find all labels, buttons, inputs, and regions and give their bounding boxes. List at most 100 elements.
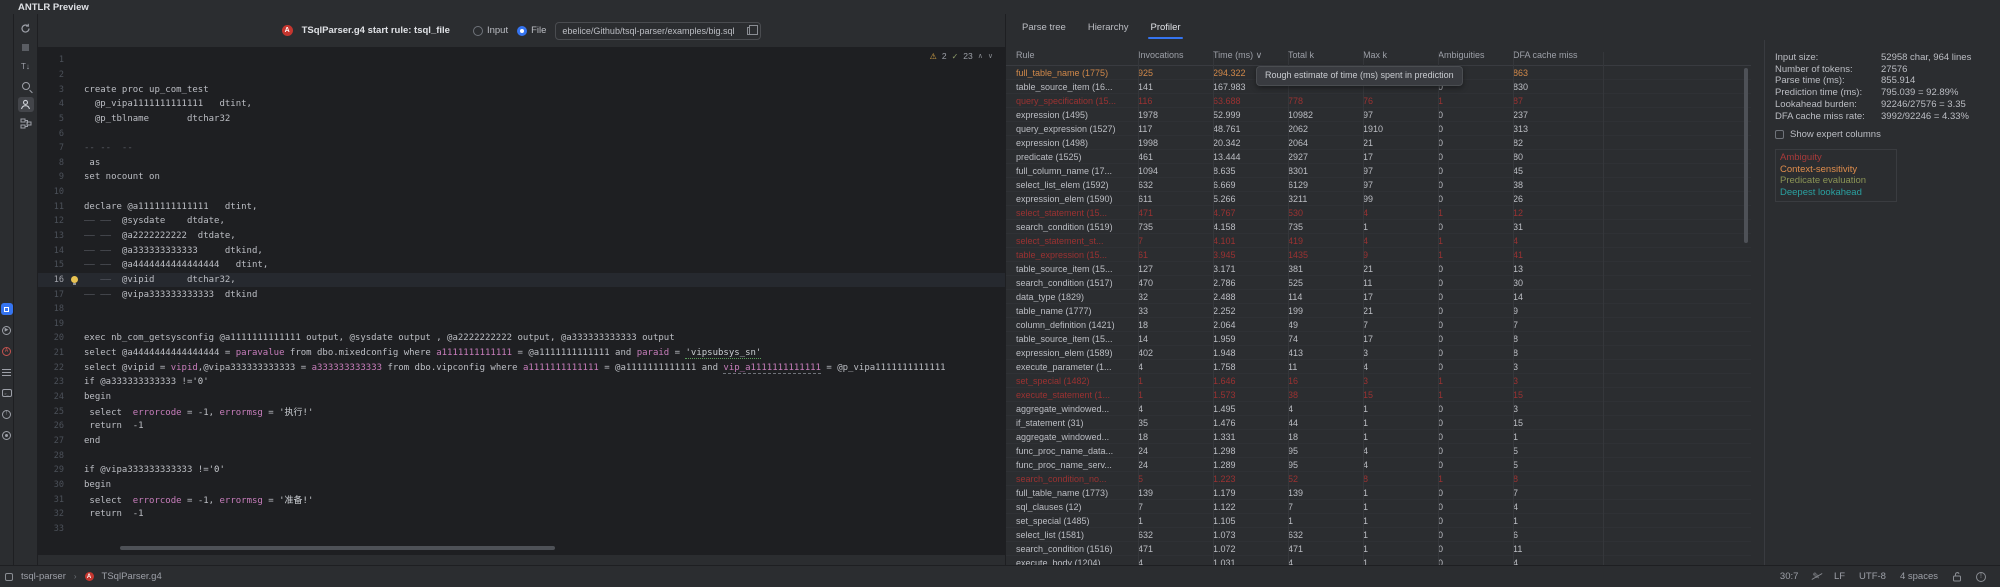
hierarchy-button[interactable] — [18, 116, 34, 131]
line-number[interactable]: 18 — [38, 304, 64, 314]
line-number[interactable]: 8 — [38, 158, 64, 168]
checkbox-icon[interactable] — [1775, 130, 1784, 139]
line-number[interactable]: 16 — [38, 275, 64, 285]
inspections-widget[interactable]: ⚠ 2 ✓ 23 ∧ ∨ — [930, 51, 993, 61]
table-row[interactable]: select_statement_st...74.101419414 — [1006, 234, 1751, 248]
problems-tool-icon[interactable]: ! — [1, 408, 13, 420]
tab-parse-tree[interactable]: Parse tree — [1020, 16, 1068, 39]
code-line[interactable]: 16 —— @vipid dtchar32, — [38, 273, 1005, 288]
code-line[interactable]: 8 as — [38, 155, 1005, 170]
line-number[interactable]: 9 — [38, 172, 64, 182]
caret-position[interactable]: 30:7 — [1780, 571, 1799, 582]
code-line[interactable]: 20exec nb_com_getsysconfig @a11111111111… — [38, 331, 1005, 346]
code-line[interactable]: 11declare @a1111111111111 dtint, — [38, 199, 1005, 214]
run-tool-icon[interactable]: ▶ — [1, 324, 13, 336]
next-problem-icon[interactable]: ∨ — [988, 52, 993, 60]
line-number[interactable]: 22 — [38, 363, 64, 373]
code-line[interactable]: 32 return -1 — [38, 507, 1005, 522]
table-row[interactable]: select_list (1581)6321.073632106 — [1006, 528, 1751, 542]
table-row[interactable]: execute_parameter (1...41.75811403 — [1006, 360, 1751, 374]
code-line[interactable]: 25 select errorcode = -1, errormsg = '执行… — [38, 404, 1005, 419]
line-number[interactable]: 15 — [38, 260, 64, 270]
line-number[interactable]: 23 — [38, 377, 64, 387]
typo-count[interactable]: 23 — [963, 51, 972, 61]
table-row[interactable]: aggregate_windowed...181.33118101 — [1006, 430, 1751, 444]
table-row[interactable]: full_table_name (1773)1391.179139107 — [1006, 486, 1751, 500]
unlock-icon[interactable] — [1952, 571, 1962, 582]
breadcrumb-file[interactable]: TSqlParser.g4 — [102, 571, 162, 582]
line-ending[interactable]: LF — [1834, 571, 1845, 582]
code-line[interactable]: 31 select errorcode = -1, errormsg = '准备… — [38, 492, 1005, 507]
code-line[interactable]: 5 @p_tblname dtchar32 — [38, 112, 1005, 127]
column-header[interactable]: Time (ms) ∨ — [1213, 50, 1288, 61]
table-row[interactable]: search_condition (1516)4711.0724711011 — [1006, 542, 1751, 556]
line-number[interactable]: 21 — [38, 348, 64, 358]
breadcrumb-project[interactable]: tsql-parser — [21, 571, 66, 582]
copy-icon[interactable] — [747, 27, 754, 35]
column-header[interactable]: Invocations — [1138, 50, 1213, 61]
input-file-field[interactable]: ebelice/Github/tsql-parser/examples/big.… — [555, 22, 761, 40]
table-row[interactable]: expression (1498)199820.342206421082 — [1006, 136, 1751, 150]
code-line[interactable]: 4 @p_vipa1111111111111 dtint, — [38, 97, 1005, 112]
table-row[interactable]: execute_statement (1...11.5733815115 — [1006, 388, 1751, 402]
line-number[interactable]: 7 — [38, 143, 64, 153]
table-row[interactable]: table_expression (15...613.94514359141 — [1006, 248, 1751, 262]
readonly-pen-icon[interactable]: ✎ — [1812, 571, 1820, 582]
code-line[interactable]: 1 — [38, 53, 1005, 68]
column-header[interactable]: DFA cache miss — [1513, 50, 1603, 61]
table-row[interactable]: select_statement (15...4714.7675304112 — [1006, 206, 1751, 220]
code-line[interactable]: 22select @vipid = vipid,@vipa33333333333… — [38, 360, 1005, 375]
column-header[interactable]: Max k — [1363, 50, 1438, 61]
code-line[interactable]: 24begin — [38, 390, 1005, 405]
table-row[interactable]: search_condition (1517)4702.78652511030 — [1006, 276, 1751, 290]
search-button[interactable] — [18, 78, 34, 93]
table-row[interactable]: set_special (1482)11.64616313 — [1006, 374, 1751, 388]
line-number[interactable]: 1 — [38, 55, 64, 65]
line-number[interactable]: 32 — [38, 509, 64, 519]
line-number[interactable]: 20 — [38, 333, 64, 343]
table-row[interactable]: expression_elem (1590)6115.266321199026 — [1006, 192, 1751, 206]
line-number[interactable]: 33 — [38, 524, 64, 534]
line-number[interactable]: 6 — [38, 129, 64, 139]
code-line[interactable]: 21select @a4444444444444444 = paravalue … — [38, 346, 1005, 361]
table-row[interactable]: search_condition_no...51.22352818 — [1006, 472, 1751, 486]
input-file-path[interactable]: ebelice/Github/tsql-parser/examples/big.… — [562, 26, 741, 36]
table-row[interactable]: query_expression (1527)11748.76120621910… — [1006, 122, 1751, 136]
table-row[interactable]: table_source_item (15...1273.17138121013 — [1006, 262, 1751, 276]
test-rule-button[interactable]: T↓ — [18, 59, 34, 74]
code-editor[interactable]: 123create proc up_com_test4 @p_vipa11111… — [38, 47, 1005, 555]
line-number[interactable]: 14 — [38, 246, 64, 256]
table-vertical-scrollbar[interactable] — [1744, 68, 1748, 243]
line-number[interactable]: 3 — [38, 85, 64, 95]
table-row[interactable]: query_specification (15...11663.68877876… — [1006, 94, 1751, 108]
code-line[interactable]: 6 — [38, 126, 1005, 141]
code-line[interactable]: 28 — [38, 448, 1005, 463]
line-number[interactable]: 2 — [38, 70, 64, 80]
table-row[interactable]: set_special (1485)11.1051101 — [1006, 514, 1751, 528]
terminal-tool-icon[interactable]: >_ — [1, 387, 13, 399]
code-line[interactable]: 27end — [38, 434, 1005, 449]
code-line[interactable]: 18 — [38, 302, 1005, 317]
column-header[interactable]: Total k — [1288, 50, 1363, 61]
table-row[interactable]: expression (1495)197852.99910982970237 — [1006, 108, 1751, 122]
code-line[interactable]: 23if @a333333333333 !='0' — [38, 375, 1005, 390]
line-number[interactable]: 12 — [38, 216, 64, 226]
table-row[interactable]: aggregate_windowed...41.4954103 — [1006, 402, 1751, 416]
table-row[interactable]: full_column_name (17...10948.63583019704… — [1006, 164, 1751, 178]
file-radio[interactable]: File — [517, 25, 546, 36]
code-area[interactable]: 123create proc up_com_test4 @p_vipa11111… — [38, 47, 1005, 536]
settings-tool-icon[interactable] — [1, 429, 13, 441]
encoding[interactable]: UTF-8 — [1859, 571, 1886, 582]
code-line[interactable]: 9set nocount on — [38, 170, 1005, 185]
line-number[interactable]: 17 — [38, 290, 64, 300]
code-line[interactable]: 3create proc up_com_test — [38, 82, 1005, 97]
code-line[interactable]: 7-- -- -- — [38, 141, 1005, 156]
code-line[interactable]: 15—— —— @a4444444444444444 dtint, — [38, 258, 1005, 273]
input-radio-circle[interactable] — [473, 26, 483, 36]
column-header[interactable]: Rule — [1016, 50, 1138, 61]
input-radio[interactable]: Input — [473, 25, 508, 36]
services-tool-icon[interactable] — [1, 366, 13, 378]
code-line[interactable]: 33 — [38, 522, 1005, 537]
antlr-tool-icon[interactable]: A — [1, 345, 13, 357]
prev-problem-icon[interactable]: ∧ — [978, 52, 983, 60]
